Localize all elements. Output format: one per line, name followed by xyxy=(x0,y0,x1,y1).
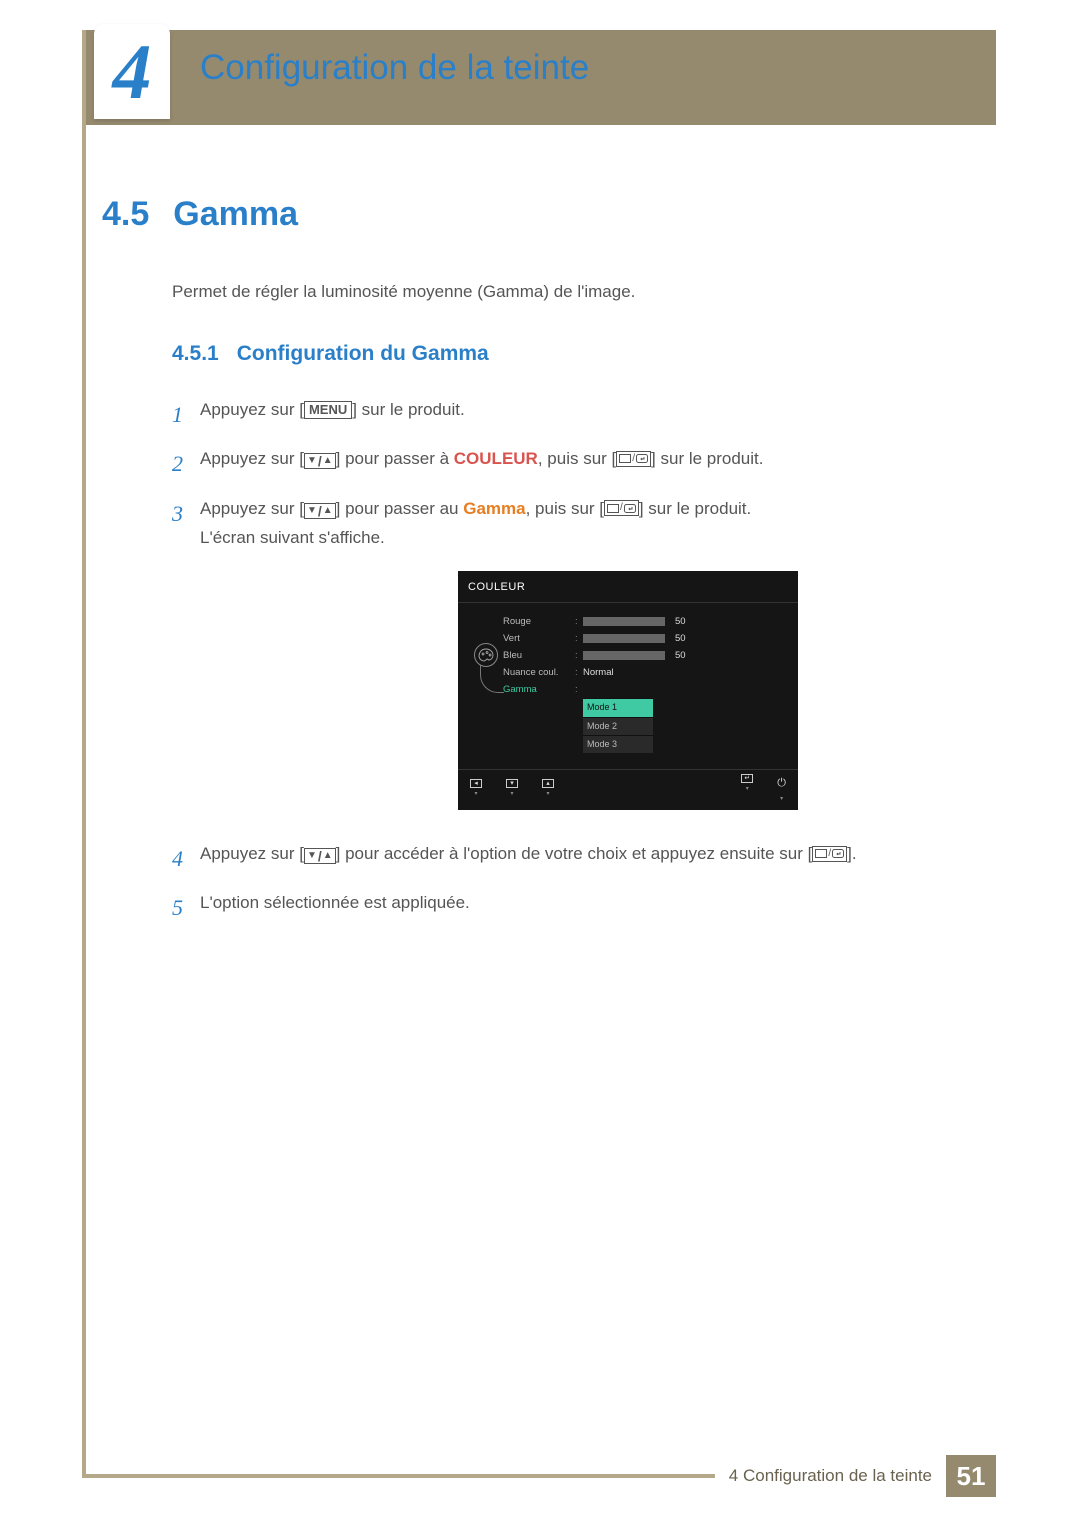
footer-chapter-text: 4 Configuration de la teinte xyxy=(715,1466,946,1486)
osd-value: 50 xyxy=(675,614,686,630)
step-text: ] pour passer à xyxy=(336,449,454,468)
steps-list: 1 Appuyez sur [MENU] sur le produit. 2 A… xyxy=(172,396,972,927)
step-text: Appuyez sur [ xyxy=(200,499,304,518)
osd-label: Nuance coul. xyxy=(503,665,575,681)
step-number: 1 xyxy=(172,396,200,433)
step-text: ] sur le produit. xyxy=(651,449,763,468)
section-number: 4.5 xyxy=(102,195,149,233)
chapter-title: Configuration de la teinte xyxy=(200,48,589,88)
down-icon: ▾▾ xyxy=(506,779,518,799)
step-number: 5 xyxy=(172,889,200,926)
osd-label: Rouge xyxy=(503,614,575,630)
enter-source-icon: / xyxy=(812,846,847,862)
step-text: ]. xyxy=(847,844,856,863)
osd-value: 50 xyxy=(675,648,686,664)
step-number: 3 xyxy=(172,495,200,532)
enter-source-icon: / xyxy=(604,500,639,516)
osd-label: Bleu xyxy=(503,648,575,664)
step-text: Appuyez sur [ xyxy=(200,844,304,863)
section-heading: 4.5 Gamma xyxy=(102,195,972,234)
step-text: L'écran suivant s'affiche. xyxy=(200,528,385,547)
back-icon: ◂▾ xyxy=(470,779,482,799)
osd-footer: ◂▾ ▾▾ ▴▾ ↵▾ ⏻▾ xyxy=(458,769,798,810)
step-text: ] pour passer au xyxy=(336,499,464,518)
step-3: 3 Appuyez sur [▼/▲] pour passer au Gamma… xyxy=(172,495,972,828)
sidebar-stripe xyxy=(82,30,86,1477)
osd-row-gamma: Gamma: xyxy=(503,681,788,698)
osd-row-rouge: Rouge: 50 xyxy=(503,613,788,630)
section-intro: Permet de régler la luminosité moyenne (… xyxy=(172,282,972,302)
up-down-arrow-icon: ▼/▲ xyxy=(304,503,336,519)
step-text: ] sur le produit. xyxy=(639,499,751,518)
up-down-arrow-icon: ▼/▲ xyxy=(304,848,336,864)
dropdown-option: Mode 3 xyxy=(583,735,653,753)
slider-bar xyxy=(583,651,665,660)
osd-row-nuance: Nuance coul.: Normal xyxy=(503,664,788,681)
osd-value: 50 xyxy=(675,631,686,647)
subsection-title: Configuration du Gamma xyxy=(237,342,489,365)
step-text: ] sur le produit. xyxy=(352,400,464,419)
osd-row-bleu: Bleu: 50 xyxy=(503,647,788,664)
step-body: Appuyez sur [▼/▲] pour passer à COULEUR,… xyxy=(200,445,972,474)
osd-rows: Rouge: 50 Vert: 50 Bleu: xyxy=(503,613,788,753)
step-number: 2 xyxy=(172,445,200,482)
osd-label: Gamma xyxy=(503,682,575,698)
step-text: , puis sur [ xyxy=(526,499,604,518)
step-4: 4 Appuyez sur [▼/▲] pour accéder à l'opt… xyxy=(172,840,972,877)
step-1: 1 Appuyez sur [MENU] sur le produit. xyxy=(172,396,972,433)
osd-label: Vert xyxy=(503,631,575,647)
target-couleur: COULEUR xyxy=(454,449,538,468)
step-number: 4 xyxy=(172,840,200,877)
section-content: 4.5 Gamma Permet de régler la luminosité … xyxy=(102,195,972,939)
osd-title: COULEUR xyxy=(458,571,798,604)
step-body: Appuyez sur [▼/▲] pour passer au Gamma, … xyxy=(200,495,972,828)
palette-icon xyxy=(474,643,498,667)
page-number: 51 xyxy=(946,1455,996,1497)
step-2: 2 Appuyez sur [▼/▲] pour passer à COULEU… xyxy=(172,445,972,482)
step-5: 5 L'option sélectionnée est appliquée. xyxy=(172,889,972,926)
enter-source-icon: / xyxy=(616,451,651,467)
step-text: , puis sur [ xyxy=(538,449,616,468)
section-title: Gamma xyxy=(173,195,298,233)
power-icon: ⏻▾ xyxy=(777,774,786,804)
page-footer: 4 Configuration de la teinte 51 xyxy=(82,1455,996,1497)
step-body: L'option sélectionnée est appliquée. xyxy=(200,889,972,918)
osd-screenshot: COULEUR Rouge: 50 xyxy=(458,571,798,810)
osd-left-column xyxy=(468,613,503,753)
osd-value: Normal xyxy=(583,665,614,681)
slider-bar xyxy=(583,617,665,626)
footer-stripe xyxy=(82,1474,715,1478)
dropdown-option-selected: Mode 1 xyxy=(583,698,653,716)
step-text: Appuyez sur [ xyxy=(200,400,304,419)
chapter-number: 4 xyxy=(113,27,152,117)
target-gamma: Gamma xyxy=(463,499,525,518)
up-down-arrow-icon: ▼/▲ xyxy=(304,453,336,469)
step-body: Appuyez sur [MENU] sur le produit. xyxy=(200,396,972,425)
osd-row-vert: Vert: 50 xyxy=(503,630,788,647)
chapter-badge: 4 xyxy=(94,24,170,119)
subsection-heading: 4.5.1 Configuration du Gamma xyxy=(172,342,972,366)
step-text: Appuyez sur [ xyxy=(200,449,304,468)
step-text: ] pour accéder à l'option de votre choix… xyxy=(336,844,813,863)
osd-body: Rouge: 50 Vert: 50 Bleu: xyxy=(458,603,798,769)
osd-gamma-dropdown: Mode 1 Mode 2 Mode 3 xyxy=(583,698,653,753)
enter-icon: ↵▾ xyxy=(741,774,753,804)
up-icon: ▴▾ xyxy=(542,779,554,799)
dropdown-option: Mode 2 xyxy=(583,717,653,735)
step-body: Appuyez sur [▼/▲] pour accéder à l'optio… xyxy=(200,840,972,869)
subsection-number: 4.5.1 xyxy=(172,342,219,365)
slider-bar xyxy=(583,634,665,643)
osd-arc-line xyxy=(480,665,504,693)
menu-button-icon: MENU xyxy=(304,401,352,419)
